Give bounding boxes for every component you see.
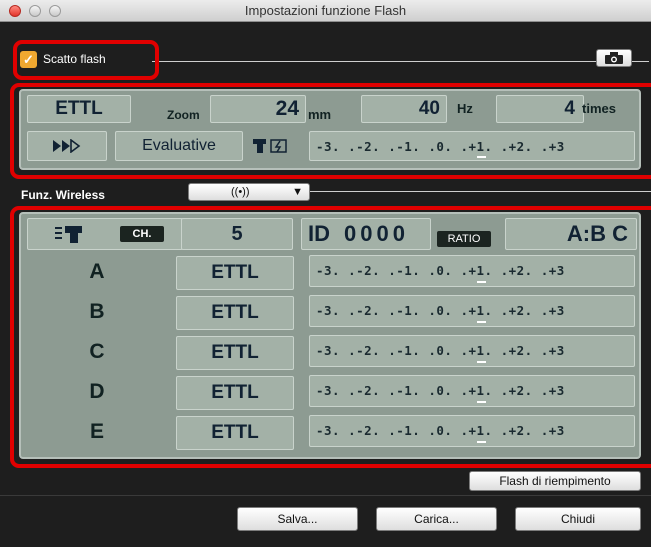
group-compensation-scale[interactable]: -3. .-2. .-1. .0. .+1. .+2. .+3	[309, 415, 635, 447]
zoom-value-cell[interactable]: 24	[210, 95, 306, 123]
scale-pointer	[477, 156, 486, 158]
channel-label: CH.	[120, 226, 164, 242]
ratio-label: RATIO	[437, 231, 491, 247]
wireless-icon: ((•))	[231, 186, 250, 198]
zoom-label: Zoom	[167, 108, 200, 122]
scale-labels: -3. .-2. .-1. .0. .+1. .+2. .+3	[316, 383, 565, 398]
channel-value-cell[interactable]: 5	[181, 218, 293, 250]
flash-settings-panel: ETTL Zoom 24 mm 40 Hz 4 times Evaluative…	[19, 89, 641, 170]
metering-cell[interactable]: Evaluative	[115, 131, 243, 161]
master-flash-icon	[55, 226, 82, 243]
scale-labels: -3. .-2. .-1. .0. .+1. .+2. .+3	[316, 303, 565, 318]
group-mode-cell[interactable]: ETTL	[176, 336, 294, 370]
wireless-role-cell[interactable]: CH.	[27, 218, 183, 250]
save-button[interactable]: Salva...	[237, 507, 358, 531]
group-compensation-scale[interactable]: -3. .-2. .-1. .0. .+1. .+2. .+3	[309, 335, 635, 367]
flash-settings-window: Impostazioni funzione Flash ✓ Scatto fla…	[0, 0, 651, 547]
group-compensation-scale[interactable]: -3. .-2. .-1. .0. .+1. .+2. .+3	[309, 255, 635, 287]
group-compensation-scale[interactable]: -3. .-2. .-1. .0. .+1. .+2. .+3	[309, 295, 635, 327]
flash-firing-label: Scatto flash	[43, 52, 106, 66]
scale-pointer	[477, 441, 486, 443]
group-mode-cell[interactable]: ETTL	[176, 416, 294, 450]
wireless-mode-select[interactable]: ((•)) ▼	[188, 183, 310, 201]
flash-firing-checkbox[interactable]: ✓	[20, 51, 37, 68]
group-name: A	[89, 260, 105, 283]
group-name: D	[89, 380, 105, 403]
camera-button[interactable]	[596, 49, 632, 67]
scale-pointer	[477, 401, 486, 403]
id-cell[interactable]: ID 0000	[301, 218, 431, 250]
scale-labels: -3. .-2. .-1. .0. .+1. .+2. .+3	[316, 263, 565, 278]
load-button[interactable]: Carica...	[376, 507, 497, 531]
title-bar: Impostazioni funzione Flash	[0, 0, 651, 22]
count-value-cell[interactable]: 4	[496, 95, 584, 123]
flash-exposure-compensation-scale[interactable]: -3. .-2. .-1. .0. .+1. .+2. .+3	[309, 131, 635, 161]
frequency-unit: Hz	[457, 101, 473, 116]
scale-pointer	[477, 321, 486, 323]
fill-flash-button[interactable]: Flash di riempimento	[469, 471, 641, 491]
group-mode-cell[interactable]: ETTL	[176, 256, 294, 290]
camera-icon	[605, 51, 623, 64]
flash-compensation-icon	[252, 137, 292, 160]
wireless-panel: CH. 5 ID 0000 RATIO A:B C A ETTL -3. .-2. …	[19, 212, 641, 459]
chevron-down-icon: ▼	[292, 186, 303, 198]
ratio-value-cell[interactable]: A:B C	[505, 218, 637, 250]
count-unit: times	[582, 101, 616, 116]
scale-labels: -3. .-2. .-1. .0. .+1. .+2. .+3	[316, 139, 565, 154]
divider	[310, 191, 651, 192]
scale-labels: -3. .-2. .-1. .0. .+1. .+2. .+3	[316, 343, 565, 358]
close-button[interactable]: Chiudi	[515, 507, 641, 531]
id-value: 0000	[344, 221, 409, 246]
flash-mode-cell[interactable]: ETTL	[27, 95, 131, 123]
group-name: C	[89, 340, 105, 363]
sync-mode-cell[interactable]	[27, 131, 107, 161]
divider	[0, 495, 651, 496]
group-compensation-scale[interactable]: -3. .-2. .-1. .0. .+1. .+2. .+3	[309, 375, 635, 407]
window-title: Impostazioni funzione Flash	[244, 3, 407, 18]
high-speed-sync-icon	[53, 139, 81, 153]
scale-pointer	[477, 361, 486, 363]
zoom-unit: mm	[308, 107, 332, 122]
divider	[152, 61, 649, 62]
group-name: B	[89, 300, 105, 323]
group-mode-cell[interactable]: ETTL	[176, 296, 294, 330]
wireless-label: Funz. Wireless	[21, 188, 105, 202]
id-label: ID	[308, 221, 330, 246]
group-name: E	[89, 420, 104, 443]
frequency-value-cell[interactable]: 40	[361, 95, 447, 123]
group-mode-cell[interactable]: ETTL	[176, 376, 294, 410]
scale-labels: -3. .-2. .-1. .0. .+1. .+2. .+3	[316, 423, 565, 438]
scale-pointer	[477, 281, 486, 283]
